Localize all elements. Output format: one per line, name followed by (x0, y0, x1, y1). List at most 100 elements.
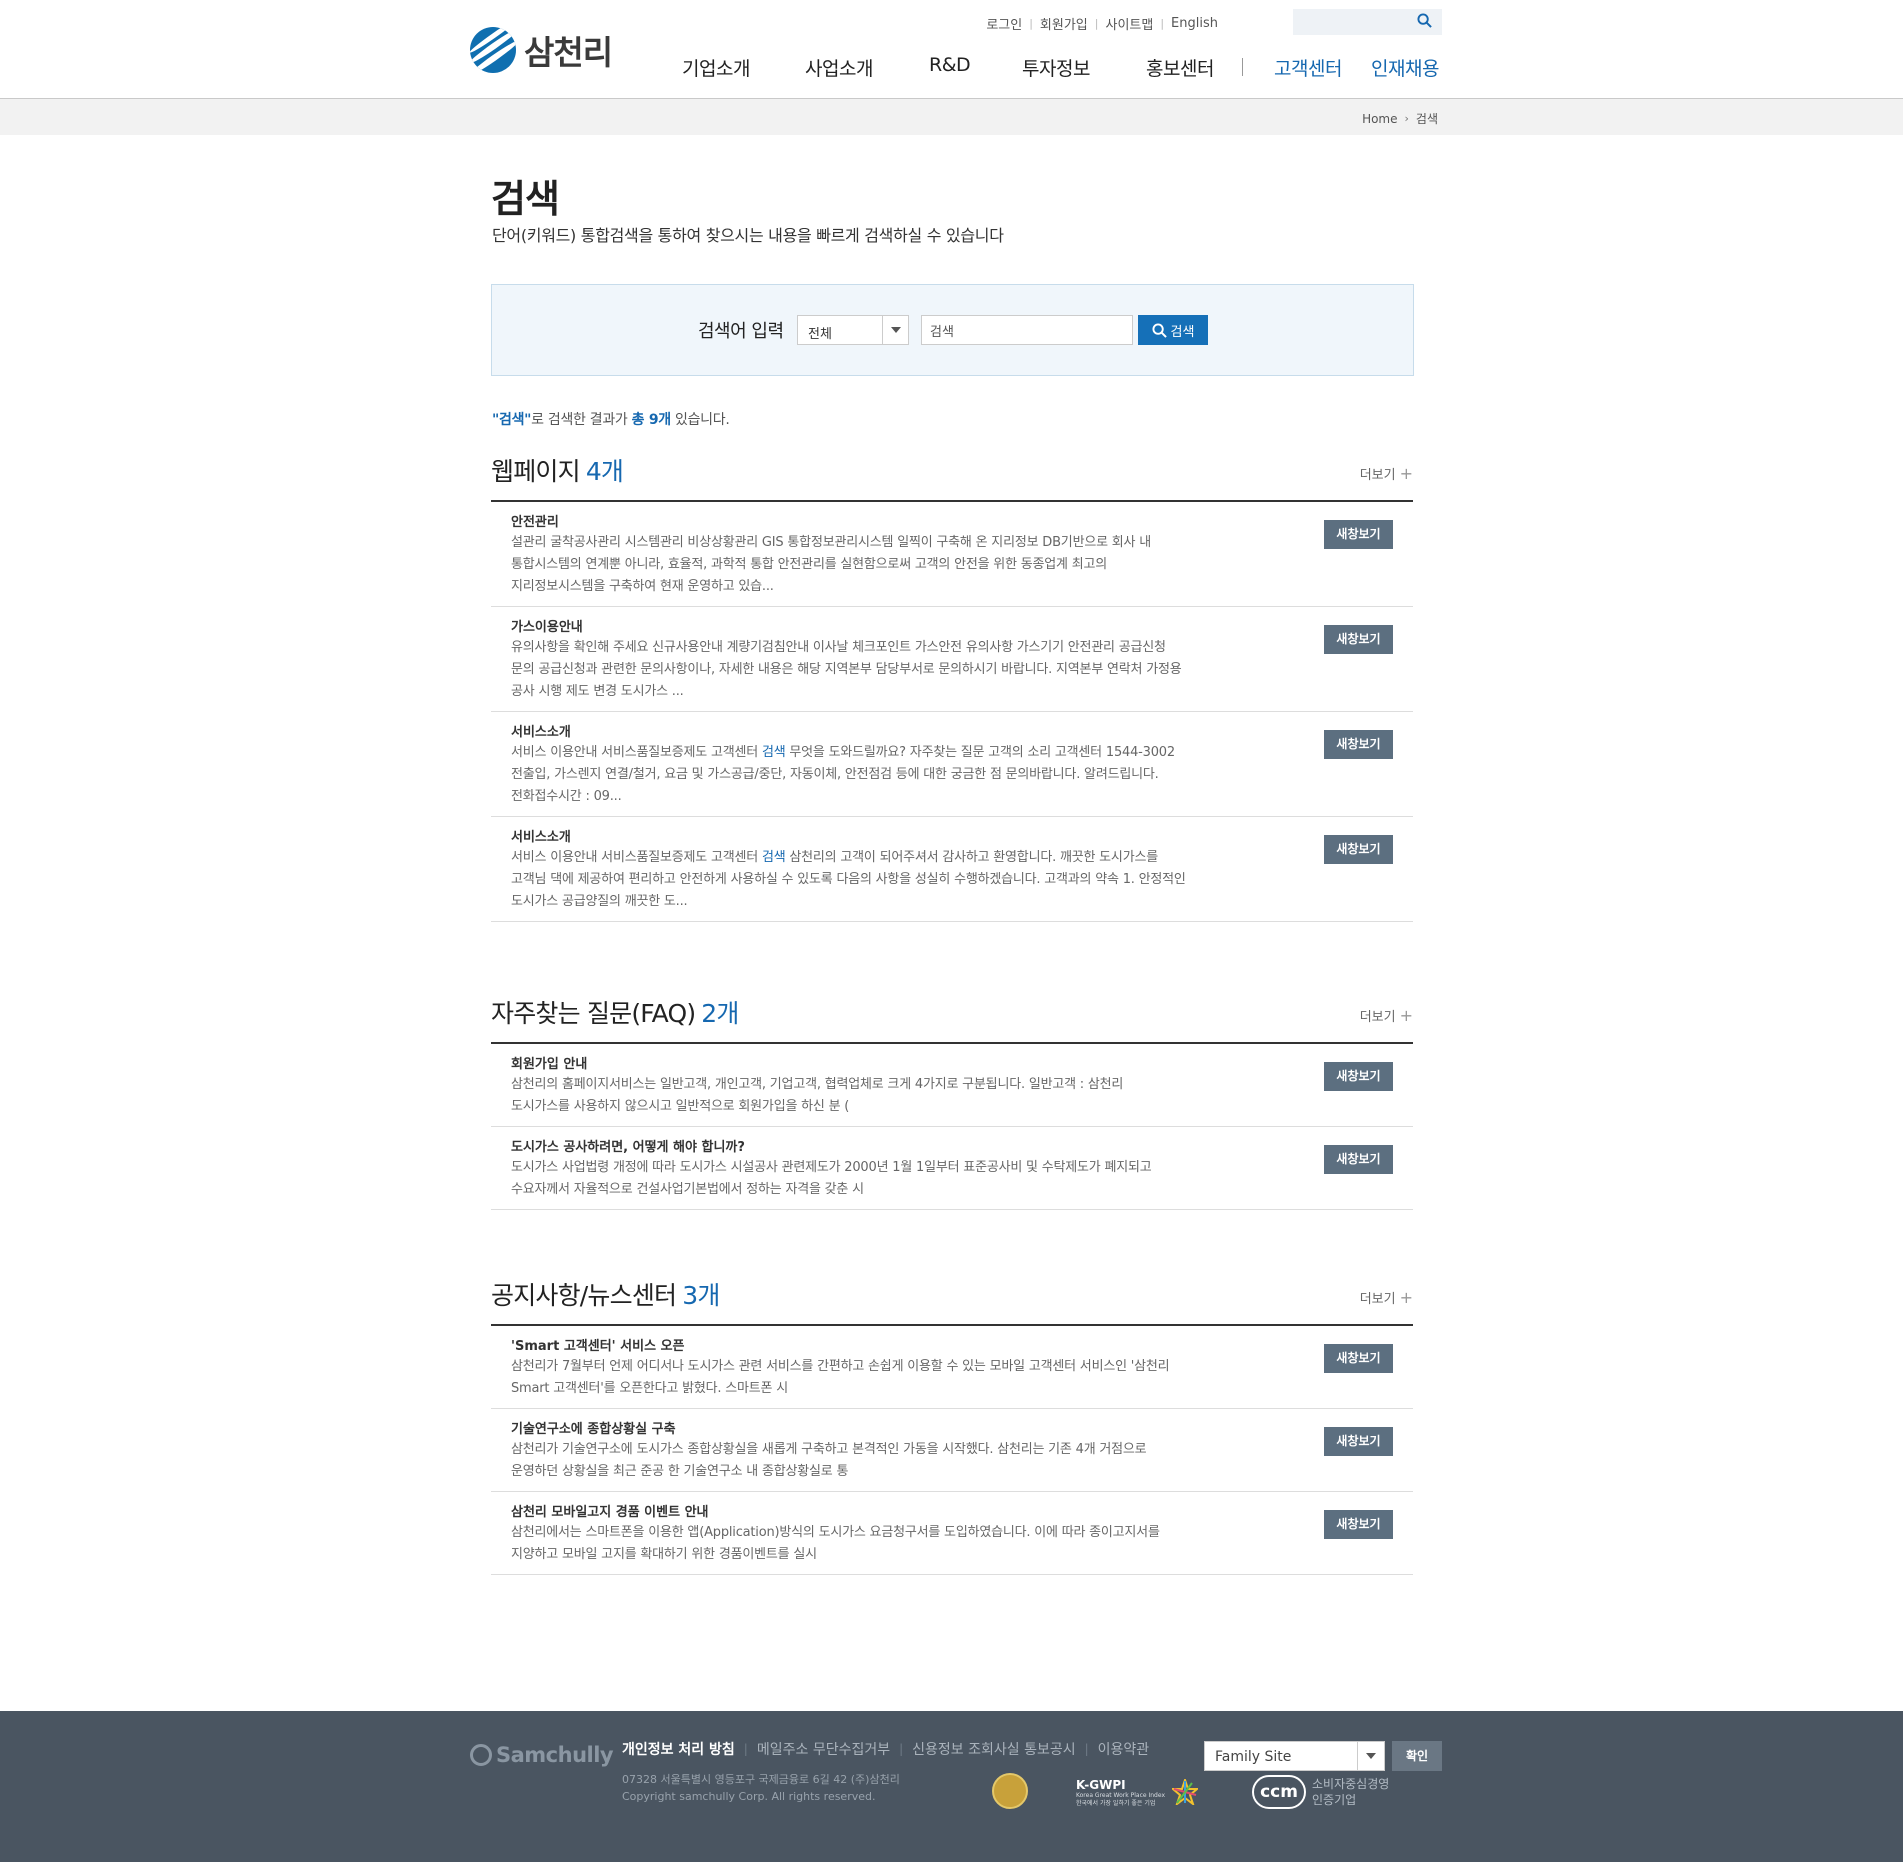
snippet-line: 지리정보시스템을 구축하여 현재 운영하고 있습... (511, 576, 1263, 598)
result-item-snippet: 유의사항을 확인해 주세요 신규사용안내 계량기검침안내 이사날 체크포인트 가… (511, 637, 1263, 703)
nav-rnd[interactable]: R&D (929, 54, 971, 76)
snippet-line: 삼천리가 7월부터 언제 어디서나 도시가스 관련 서비스를 간편하고 손쉽게 … (511, 1356, 1263, 1378)
result-item-title[interactable]: 가스이용안내 (511, 619, 1263, 637)
ccm-line1: 소비자중심경영 (1312, 1777, 1390, 1791)
result-section: 공지사항/뉴스센터 3개 더보기 + 'Smart 고객센터' 서비스 오픈 삼천리가 7… (491, 1276, 1413, 1575)
result-item-title[interactable]: 안전관리 (511, 514, 1263, 532)
page-description: 단어(키워드) 통합검색을 통하여 찾으시는 내용을 빠르게 검색하실 수 있습… (492, 226, 1004, 245)
family-site-confirm-button[interactable]: 확인 (1392, 1741, 1442, 1771)
more-link[interactable]: 더보기 + (1360, 464, 1413, 483)
more-label: 더보기 (1359, 468, 1396, 483)
result-summary: "검색"로 검색한 결과가 총 9개 있습니다. (492, 409, 730, 429)
snippet-text: Smart 고객센터'를 오픈한다고 밝혔다. 스마트폰 시 (511, 1381, 788, 1396)
search-label: 검색어 입력 (698, 321, 784, 342)
credit-info-link[interactable]: 신용정보 조회사실 통보공시 (912, 1739, 1075, 1759)
new-window-button[interactable]: 새창보기 (1324, 1062, 1393, 1091)
result-item-snippet: 서비스 이용안내 서비스품질보증제도 고객센터 검색 무엇을 도와드릴까요? 자… (511, 742, 1263, 808)
new-window-button[interactable]: 새창보기 (1324, 520, 1393, 549)
new-window-button[interactable]: 새창보기 (1324, 625, 1393, 654)
site-footer: Samchully 개인정보 처리 방침 | 메일주소 무단수집거부 | 신용정… (0, 1711, 1903, 1862)
result-item-title[interactable]: 서비스소개 (511, 829, 1263, 847)
result-section: 웹페이지 4개 더보기 + 안전관리 설관리 굴착공사관리 시스템관리 비상상황관리 GI… (491, 452, 1413, 922)
terms-link[interactable]: 이용약관 (1098, 1739, 1150, 1759)
search-scope-select[interactable]: 전체 (797, 315, 909, 345)
section-count: 2개 (701, 999, 739, 1028)
plus-icon: + (1399, 464, 1413, 483)
nav-investment[interactable]: 투자정보 (1022, 54, 1090, 81)
nav-pr-center[interactable]: 홍보센터 (1146, 54, 1214, 81)
snippet-text: 고객님 댁에 제공하여 편리하고 안전하게 사용하실 수 있도록 다음의 사항을… (511, 872, 1186, 887)
keyword-highlight: 검색 (761, 745, 786, 760)
ccm-line2: 인증기업 (1312, 1793, 1357, 1807)
login-link[interactable]: 로그인 (986, 14, 1022, 33)
top-search-input[interactable] (1293, 9, 1442, 35)
search-scope-value: 전체 (808, 327, 832, 342)
email-refusal-link[interactable]: 메일주소 무단수집거부 (757, 1739, 890, 1759)
english-link[interactable]: English (1171, 16, 1218, 31)
result-item-snippet: 설관리 굴착공사관리 시스템관리 비상상황관리 GIS 통합정보관리시스템 일찍… (511, 532, 1263, 598)
new-window-button[interactable]: 새창보기 (1324, 835, 1393, 864)
copyright-text: Copyright samchully Corp. All rights res… (622, 1790, 876, 1803)
nav-business[interactable]: 사업소개 (805, 54, 873, 81)
search-icon[interactable] (1417, 13, 1432, 28)
kgwpi-star-icon (1172, 1779, 1198, 1805)
snippet-text: 전화접수시간 : 09... (511, 789, 622, 804)
footer-logo-text: Samchully (496, 1743, 614, 1767)
result-item: 'Smart 고객센터' 서비스 오픈삼천리가 7월부터 언제 어디서나 도시가… (491, 1326, 1413, 1409)
new-window-button[interactable]: 새창보기 (1324, 1427, 1393, 1456)
snippet-text: 도시가스 공급양질의 깨끗한 도... (511, 894, 688, 909)
snippet-text: 전출입, 가스렌지 연결/철거, 요금 및 가스공급/중단, 자동이체, 안전점… (511, 767, 1159, 782)
chevron-down-icon[interactable] (882, 316, 908, 344)
family-site-select[interactable]: Family Site (1204, 1741, 1385, 1771)
snippet-line: 도시가스 공급양질의 깨끗한 도... (511, 891, 1263, 913)
footer-links: 개인정보 처리 방침 | 메일주소 무단수집거부 | 신용정보 조회사실 통보공… (622, 1739, 1149, 1759)
breadcrumb-home[interactable]: Home (1362, 112, 1397, 126)
new-window-button[interactable]: 새창보기 (1324, 1510, 1393, 1539)
nav-recruit[interactable]: 인재채용 (1371, 54, 1439, 81)
result-item-title[interactable]: 삼천리 모바일고지 경품 이벤트 안내 (511, 1504, 1263, 1522)
result-item-title[interactable]: 서비스소개 (511, 724, 1263, 742)
result-section: 자주찾는 질문(FAQ) 2개 더보기 + 회원가입 안내 삼천리의 홈페이지서비스는 일… (491, 994, 1413, 1210)
snippet-text: 삼천리가 7월부터 언제 어디서나 도시가스 관련 서비스를 간편하고 손쉽게 … (511, 1359, 1170, 1374)
footer-logo[interactable]: Samchully (470, 1743, 614, 1767)
result-item-snippet: 삼천리의 홈페이지서비스는 일반고객, 개인고객, 기업고객, 협력업체로 크게… (511, 1074, 1263, 1118)
search-button[interactable]: 검색 (1138, 315, 1208, 345)
result-item-title[interactable]: 기술연구소에 종합상황실 구축 (511, 1421, 1263, 1439)
nav-customer-center[interactable]: 고객센터 (1274, 54, 1342, 81)
signup-link[interactable]: 회원가입 (1040, 14, 1088, 33)
section-title: 웹페이지 4개 (491, 452, 624, 488)
snippet-line: 수요자께서 자율적으로 건설사업기본법에서 정하는 자격을 갖춘 시 (511, 1179, 1263, 1201)
nav-company[interactable]: 기업소개 (682, 54, 750, 81)
sitemap-link[interactable]: 사이트맵 (1105, 14, 1153, 33)
kgwpi-title: K-GWPI (1076, 1778, 1126, 1792)
result-item-title[interactable]: 도시가스 공사하려면, 어떻게 해야 합니까? (511, 1139, 1263, 1157)
privacy-policy-link[interactable]: 개인정보 처리 방침 (622, 1739, 735, 1759)
plus-icon: + (1399, 1288, 1413, 1307)
section-title: 자주찾는 질문(FAQ) 2개 (491, 994, 739, 1030)
search-input[interactable] (921, 315, 1133, 345)
result-item: 회원가입 안내 삼천리의 홈페이지서비스는 일반고객, 개인고객, 기업고객, 협… (491, 1044, 1413, 1127)
main-navigation: 기업소개 사업소개 R&D 투자정보 홍보센터 고객센터 인재채용 (0, 54, 1903, 84)
section-header: 자주찾는 질문(FAQ) 2개 더보기 + (491, 994, 1413, 1044)
snippet-text: 무엇을 도와드릴까요? 자주찾는 질문 고객의 소리 고객센터 1544-300… (785, 745, 1175, 760)
chevron-down-icon[interactable] (1357, 1742, 1384, 1770)
summary-text: 로 검색한 결과가 (531, 412, 632, 428)
result-item-title[interactable]: 회원가입 안내 (511, 1056, 1263, 1074)
snippet-text: 서비스 이용안내 서비스품질보증제도 고객센터 (511, 850, 762, 865)
result-item-snippet: 삼천리가 기술연구소에 도시가스 종합상황실을 새롭게 구축하고 본격적인 가동… (511, 1439, 1263, 1483)
snippet-line: 서비스 이용안내 서비스품질보증제도 고객센터 검색 삼천리의 고객이 되어주셔… (511, 847, 1263, 869)
result-item: 가스이용안내 유의사항을 확인해 주세요 신규사용안내 계량기검침안내 이사날 체… (491, 607, 1413, 712)
new-window-button[interactable]: 새창보기 (1324, 730, 1393, 759)
snippet-line: 지양하고 모바일 고지를 확대하기 위한 경품이벤트를 실시 (511, 1544, 1263, 1566)
snippet-line: 고객님 댁에 제공하여 편리하고 안전하게 사용하실 수 있도록 다음의 사항을… (511, 869, 1263, 891)
new-window-button[interactable]: 새창보기 (1324, 1145, 1393, 1174)
result-item-title[interactable]: 'Smart 고객센터' 서비스 오픈 (511, 1338, 1263, 1356)
more-link[interactable]: 더보기 + (1360, 1288, 1413, 1307)
result-item: 서비스소개 서비스 이용안내 서비스품질보증제도 고객센터 검색 삼천리의 고객이… (491, 817, 1413, 922)
more-link[interactable]: 더보기 + (1360, 1006, 1413, 1025)
footer-address: 07328 서울특별시 영등포구 국제금융로 6길 42 (주)삼천리 Copy… (622, 1771, 900, 1805)
new-window-button[interactable]: 새창보기 (1324, 1344, 1393, 1373)
snippet-line: 삼천리가 기술연구소에 도시가스 종합상황실을 새롭게 구축하고 본격적인 가동… (511, 1439, 1263, 1461)
snippet-line: Smart 고객센터'를 오픈한다고 밝혔다. 스마트폰 시 (511, 1378, 1263, 1400)
award-medal-icon (992, 1773, 1028, 1809)
